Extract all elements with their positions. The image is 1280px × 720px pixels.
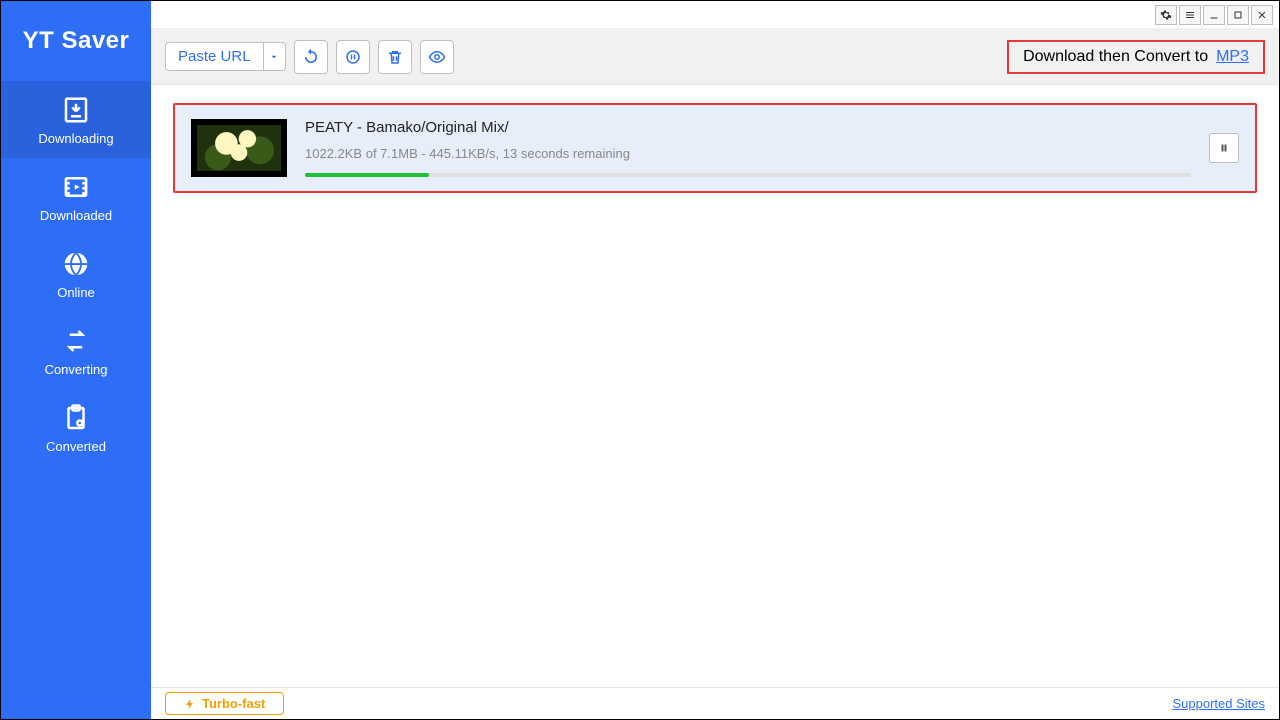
download-info: PEATY - Bamako/Original Mix/ 1022.2KB of… [305, 119, 1191, 177]
sidebar-item-label: Converting [45, 362, 108, 377]
sidebar-item-downloading[interactable]: Downloading [1, 81, 151, 158]
sidebar-item-label: Downloaded [40, 208, 112, 223]
bolt-icon [184, 698, 196, 710]
sidebar: YT Saver Downloading Downloaded Online [1, 1, 151, 719]
menu-button[interactable] [1179, 5, 1201, 25]
convert-icon [61, 326, 91, 356]
sidebar-item-label: Converted [46, 439, 106, 454]
pause-all-button[interactable] [336, 40, 370, 74]
refresh-icon [302, 48, 320, 66]
close-button[interactable] [1251, 5, 1273, 25]
trash-icon [386, 48, 404, 66]
clipboard-icon [61, 403, 91, 433]
download-thumbnail [191, 119, 287, 177]
sidebar-item-label: Downloading [38, 131, 113, 146]
maximize-button[interactable] [1227, 5, 1249, 25]
supported-sites-link[interactable]: Supported Sites [1172, 696, 1265, 711]
sidebar-item-converted[interactable]: Converted [1, 389, 151, 466]
pause-download-button[interactable] [1209, 133, 1239, 163]
eye-icon [428, 48, 446, 66]
minimize-button[interactable] [1203, 5, 1225, 25]
hamburger-icon [1184, 9, 1196, 21]
delete-button[interactable] [378, 40, 412, 74]
toolbar: Paste URL Download then Convert to MP3 [151, 29, 1279, 85]
paste-url-button[interactable]: Paste URL [165, 42, 264, 71]
convert-format-link[interactable]: MP3 [1216, 48, 1249, 66]
convert-format-box: Download then Convert to MP3 [1007, 40, 1265, 74]
downloads-list: PEATY - Bamako/Original Mix/ 1022.2KB of… [151, 85, 1279, 687]
settings-button[interactable] [1155, 5, 1177, 25]
convert-label: Download then Convert to [1023, 48, 1208, 66]
download-progress [305, 173, 1191, 177]
main-area: Paste URL Download then Convert to MP3 [151, 1, 1279, 719]
download-progress-bar [305, 173, 429, 177]
preview-button[interactable] [420, 40, 454, 74]
sidebar-item-downloaded[interactable]: Downloaded [1, 158, 151, 235]
pause-circle-icon [344, 48, 362, 66]
sidebar-item-online[interactable]: Online [1, 235, 151, 312]
gear-icon [1160, 9, 1172, 21]
turbo-label: Turbo-fast [202, 696, 265, 711]
download-title: PEATY - Bamako/Original Mix/ [305, 119, 1191, 136]
globe-icon [61, 249, 91, 279]
brand-logo: YT Saver [1, 1, 151, 81]
download-item[interactable]: PEATY - Bamako/Original Mix/ 1022.2KB of… [173, 103, 1257, 193]
film-icon [61, 172, 91, 202]
turbo-fast-button[interactable]: Turbo-fast [165, 692, 284, 715]
maximize-icon [1232, 9, 1244, 21]
download-icon [61, 95, 91, 125]
status-bar: Turbo-fast Supported Sites [151, 687, 1279, 719]
paste-url-dropdown[interactable] [264, 42, 286, 71]
sidebar-item-converting[interactable]: Converting [1, 312, 151, 389]
paste-url-group: Paste URL [165, 42, 286, 71]
download-status: 1022.2KB of 7.1MB - 445.11KB/s, 13 secon… [305, 146, 1191, 161]
close-icon [1256, 9, 1268, 21]
sidebar-item-label: Online [57, 285, 95, 300]
refresh-button[interactable] [294, 40, 328, 74]
pause-icon [1218, 142, 1230, 154]
titlebar [151, 1, 1279, 29]
minimize-icon [1208, 9, 1220, 21]
caret-down-icon [269, 52, 279, 62]
app-window: YT Saver Downloading Downloaded Online [0, 0, 1280, 720]
